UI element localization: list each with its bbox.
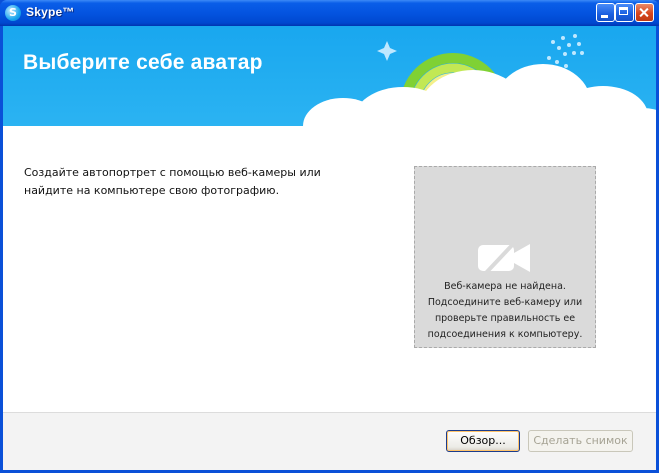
clouds-icon [303, 64, 656, 126]
description-text: Создайте автопортрет с помощью веб-камер… [24, 164, 324, 200]
webcam-status-message: Веб-камера не найдена. Подсоедините веб-… [427, 281, 583, 340]
client-area: Выберите себе аватар Создайте автопортре… [3, 26, 656, 470]
description-line: Создайте автопортрет с помощью веб-камер… [24, 166, 321, 179]
take-snapshot-button[interactable]: Сделать снимок [528, 430, 633, 452]
minimize-icon[interactable] [596, 3, 615, 22]
page-title: Выберите себе аватар [23, 51, 263, 74]
close-icon[interactable] [635, 3, 654, 22]
sparkle-icon [377, 41, 397, 61]
description-line: найдите на компьютере свою фотографию. [24, 184, 280, 197]
title-bar[interactable]: S Skype™ [0, 0, 659, 26]
footer-bar: Обзор... Сделать снимок [3, 412, 656, 470]
browse-button[interactable]: Обзор... [446, 430, 520, 452]
skype-window: S Skype™ Выберите себе аватар Создайте а… [0, 0, 659, 473]
window-title: Skype™ [26, 5, 75, 19]
maximize-icon[interactable] [615, 3, 634, 22]
webcam-preview: Веб-камера не найдена. Подсоедините веб-… [414, 166, 596, 348]
skype-icon: S [5, 5, 21, 21]
webcam-off-icon [478, 239, 530, 277]
banner-illustration [303, 34, 656, 126]
header-banner: Выберите себе аватар [3, 26, 656, 126]
